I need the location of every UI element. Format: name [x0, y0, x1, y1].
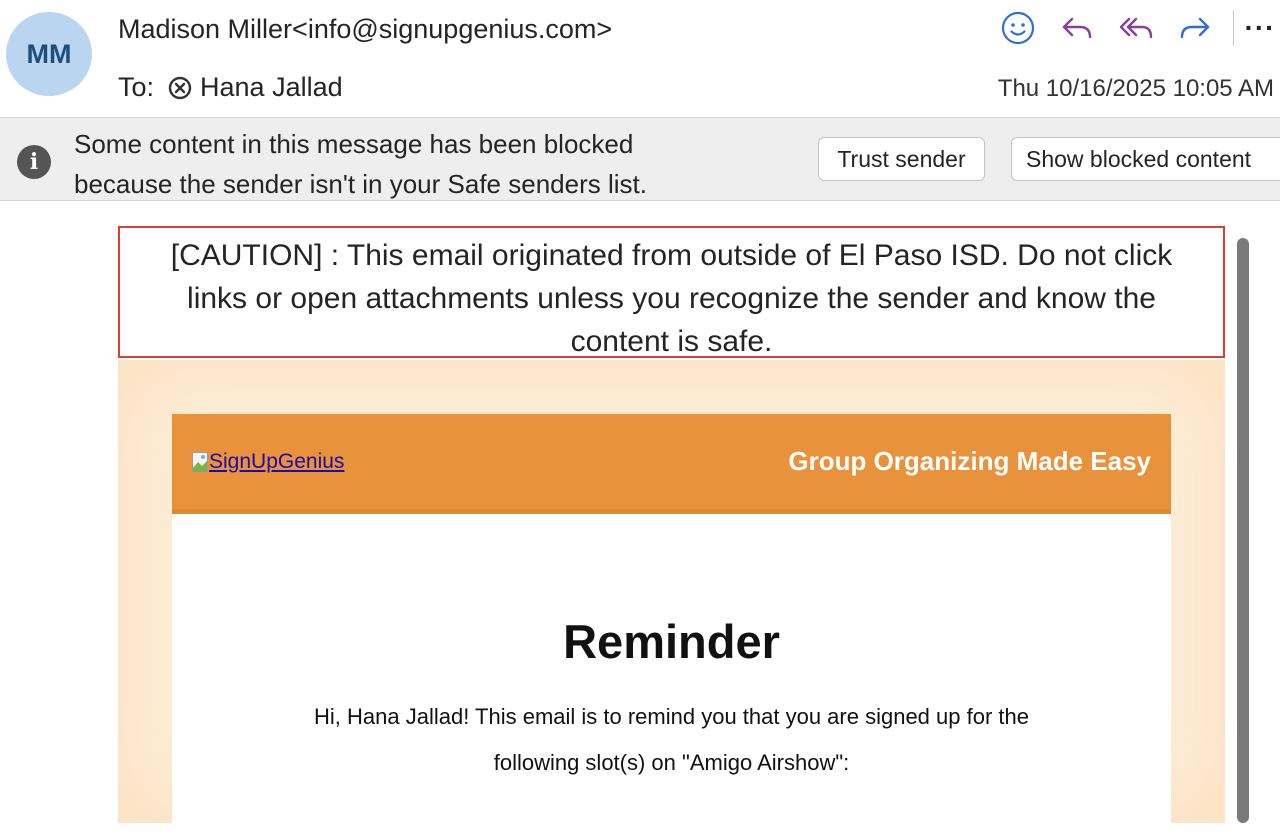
reminder-heading: Reminder: [563, 615, 780, 668]
logo-alt-text[interactable]: SignUpGenius: [209, 450, 344, 474]
avatar[interactable]: MM: [6, 12, 92, 96]
caution-line3: content is safe.: [570, 325, 773, 358]
reply-all-icon[interactable]: [1116, 8, 1156, 48]
forward-icon[interactable]: [1175, 8, 1215, 48]
sender-name[interactable]: Madison Miller<info@signupgenius.com>: [118, 14, 612, 45]
toolbar-divider: [1233, 10, 1234, 46]
reply-icon[interactable]: [1057, 8, 1097, 48]
reminder-line2: following slot(s) on "Amigo Airshow":: [493, 750, 850, 775]
reminder-text: Hi, Hana Jallad! This email is to remind…: [212, 694, 1131, 786]
show-blocked-content-button[interactable]: Show blocked content: [1011, 137, 1280, 181]
email-card: SignUpGenius Group Organizing Made Easy …: [172, 414, 1171, 834]
message-datetime: Thu 10/16/2025 10:05 AM: [997, 75, 1274, 102]
caution-line1: [CAUTION] : This email originated from o…: [170, 239, 1173, 272]
info-icon: i: [17, 145, 51, 179]
reminder-line1: Hi, Hana Jallad! This email is to remind…: [314, 704, 1029, 729]
recipient-line: To: Hana Jallad: [118, 72, 343, 103]
more-icon[interactable]: ···: [1240, 8, 1280, 48]
blocked-content-message: Some content in this message has been bl…: [74, 124, 647, 204]
blocked-message-line2: because the sender isn't in your Safe se…: [74, 169, 647, 199]
email-body-frame: SignUpGenius Group Organizing Made Easy …: [118, 360, 1225, 834]
caution-line2: links or open attachments unless you rec…: [187, 282, 1156, 315]
signupgenius-logo-link[interactable]: SignUpGenius: [192, 450, 344, 474]
broken-image-icon: [192, 452, 208, 472]
blocked-x-icon: [168, 76, 192, 100]
header-tagline: Group Organizing Made Easy: [788, 446, 1151, 476]
blocked-message-line1: Some content in this message has been bl…: [74, 129, 634, 159]
trust-sender-button[interactable]: Trust sender: [818, 137, 985, 181]
to-label: To:: [118, 72, 155, 102]
recipient-name[interactable]: Hana Jallad: [200, 72, 343, 103]
caution-banner: [CAUTION] : This email originated from o…: [118, 226, 1225, 358]
email-header: SignUpGenius Group Organizing Made Easy: [172, 414, 1171, 514]
vertical-scrollbar[interactable]: [1237, 238, 1249, 823]
blocked-content-bar: i Some content in this message has been …: [0, 117, 1280, 201]
message-actions: ···: [979, 8, 1280, 48]
smiley-icon[interactable]: [998, 8, 1038, 48]
